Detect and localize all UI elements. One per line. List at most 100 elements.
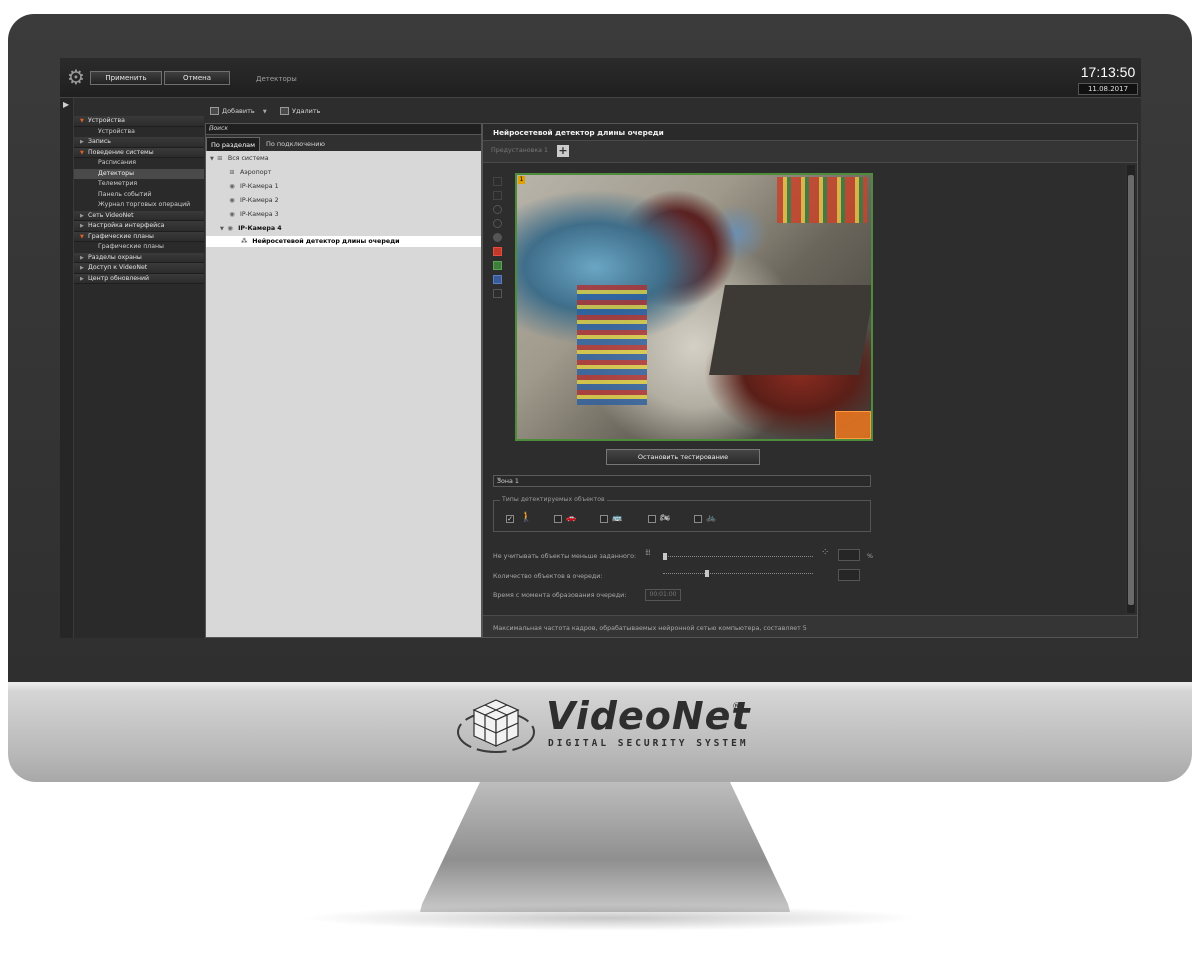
add-dropdown-icon[interactable]: ▼ [263,109,267,115]
car-checkbox[interactable] [554,515,562,523]
tree-item-queue-detector[interactable]: ⁂ Нейросетевой детектор длины очереди [206,236,481,247]
green-color-icon[interactable] [493,261,502,270]
tab-preset-1[interactable]: Предустановка 1 [491,147,548,154]
queue-count-input[interactable] [838,569,860,581]
queue-time-input[interactable]: 00:01:00 [645,589,681,601]
nav-label: Детекторы [98,169,134,177]
clock: 17:13:50 11.08.2017 [1078,62,1138,95]
nav-item[interactable]: Телеметрия [74,179,204,190]
nav-item[interactable]: Расписания [74,158,204,169]
tree-item-camera-3[interactable]: ◉ IP-Камера 3 [228,209,279,220]
caret-down-icon: ▼ [80,149,84,156]
caret-right-icon: ▶ [80,254,84,261]
tab-by-sections[interactable]: По разделам [206,137,261,151]
delete-button[interactable]: Удалить [280,104,320,118]
rect-tool-icon[interactable] [493,191,502,200]
cancel-button[interactable]: Отмена [164,71,230,85]
nav-group[interactable]: ▶ Настройка интерфейса [74,221,204,232]
queue-count-slider-knob[interactable] [705,570,709,577]
caret-down-icon: ▼ [80,233,84,240]
person-icon: 🚶 [520,512,533,523]
bus-checkbox[interactable] [600,515,608,523]
bicycle-checkbox[interactable] [694,515,702,523]
tree-expand-icon[interactable]: ▼ [220,226,224,232]
scrollbar-thumb[interactable] [1128,175,1134,605]
detection-zone[interactable] [835,411,871,439]
add-preset-icon[interactable]: + [557,145,569,157]
nav-label: Устройства [98,127,135,135]
nav-item[interactable]: Устройства [74,127,204,138]
monitor-stand [420,782,790,912]
small-size-icon: ⁞⁞⁞ [645,548,651,557]
tree-item-all-system[interactable]: ▼ ⊞ Вся система [210,153,269,164]
tree-item-camera-4[interactable]: ▼ ◉ IP-Камера 4 [220,223,282,234]
stop-testing-button[interactable]: Остановить тестирование [606,449,760,465]
motorcycle-checkbox[interactable] [648,515,656,523]
blue-color-icon[interactable] [493,275,502,284]
nav-group[interactable]: ▼ Поведение системы [74,147,204,158]
caret-right-icon: ▶ [80,275,84,282]
nav-label: Телеметрия [98,180,138,187]
zone-select[interactable]: Зона 1 ▼ [493,475,871,487]
tree-item-label: Аэропорт [240,169,272,176]
ellipse-tool-icon[interactable] [493,219,502,228]
nav-item[interactable]: Графические планы [74,242,204,253]
person-checkbox[interactable]: ✓ [506,515,514,523]
nav-item[interactable]: Журнал торговых операций [74,200,204,211]
nav-group[interactable]: ▼ Графические планы [74,231,204,242]
nav-group[interactable]: ▶ Разделы охраны [74,252,204,263]
top-bar: ⚙ Применить Отмена Детекторы 17:13:50 11… [60,58,1141,98]
delete-button-label: Удалить [292,107,321,115]
pointer-tool-icon[interactable] [493,177,502,186]
video-scene [777,177,867,223]
add-button[interactable]: Добавить ▼ [210,104,267,118]
nav-label: Запись [88,138,111,145]
camera-preview[interactable]: 1 [515,173,873,441]
nav-group[interactable]: ▼ Устройства [74,116,204,127]
nav-label: Поведение системы [88,148,154,156]
cube-logo-icon [457,699,535,753]
camera-icon: ◉ [229,211,235,218]
nav-label: Журнал торговых операций [98,201,191,208]
nav-group[interactable]: ▶ Центр обновлений [74,273,204,284]
tree-item-airport[interactable]: ⊞ Аэропорт [228,167,271,178]
nav-label: Графические планы [88,232,154,240]
nav-item[interactable]: Детекторы [74,168,204,179]
panel-footer: Максимальная частота кадров, обрабатывае… [483,615,1137,637]
camera-icon: ◉ [229,197,235,204]
large-size-icon: ⁘ [821,547,829,558]
fps-info-text: Максимальная частота кадров, обрабатывае… [493,625,807,632]
nav-label: Панель событий [98,190,152,198]
nav-item[interactable]: Панель событий [74,190,204,201]
tab-by-connection[interactable]: По подключению [262,137,329,151]
tree-item-camera-2[interactable]: ◉ IP-Камера 2 [228,195,279,206]
tree-item-label: Нейросетевой детектор длины очереди [252,238,400,245]
collapse-strip[interactable]: ▶ [60,98,74,638]
fill-tool-icon[interactable] [493,233,502,242]
expand-arrow-icon[interactable]: ▶ [63,100,69,109]
nav-label: Настройка интерфейса [88,222,165,229]
nav-group[interactable]: ▶ Запись [74,137,204,148]
nav-group[interactable]: ▶ Сеть VideoNet [74,210,204,221]
panel-scrollbar[interactable] [1127,165,1135,613]
section-icon: ⊞ [229,169,235,176]
tree-item-camera-1[interactable]: ◉ IP-Камера 1 [228,181,278,192]
tree-item-label: IP-Камера 3 [240,211,279,218]
queue-count-slider[interactable] [663,570,813,579]
min-size-slider-knob[interactable] [663,553,667,560]
nav-group[interactable]: ▶ Доступ к VideoNet [74,263,204,274]
tree-expand-icon[interactable]: ▼ [210,156,214,162]
min-size-slider[interactable] [663,553,813,562]
image-tool-icon[interactable] [493,289,502,298]
tree-item-label: IP-Камера 2 [240,197,279,204]
rotate-tool-icon[interactable] [493,205,502,214]
min-size-input[interactable] [838,549,860,561]
search-input[interactable]: Поиск ⌕ [206,124,481,135]
gear-icon[interactable]: ⚙ [65,66,87,88]
videonet-logo: VideoNet ® DIGITAL SECURITY SYSTEM [456,692,750,768]
apply-button[interactable]: Применить [90,71,162,85]
red-color-icon[interactable] [493,247,502,256]
search-icon[interactable]: ⌕ [209,124,477,134]
registered-mark: ® [732,702,741,712]
min-size-unit: % [867,553,873,560]
